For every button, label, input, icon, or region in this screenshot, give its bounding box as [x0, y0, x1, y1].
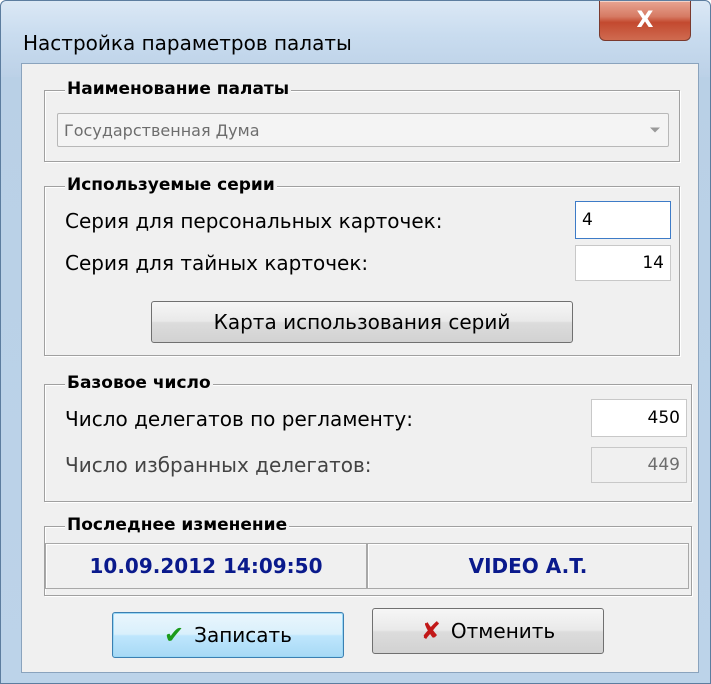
chamber-select[interactable]: Государственная Дума — [57, 113, 669, 147]
series-group-title: Используемые серии — [65, 175, 277, 195]
regulation-delegates-label: Число делегатов по регламенту: — [65, 407, 414, 431]
close-button[interactable]: X — [599, 1, 691, 41]
last-change-group-title: Последнее изменение — [65, 515, 290, 535]
secret-series-input[interactable]: 14 — [575, 245, 671, 281]
last-change-datetime: 10.09.2012 14:09:50 — [45, 543, 367, 589]
personal-series-label: Серия для персональных карточек: — [65, 209, 443, 233]
series-map-button[interactable]: Карта использования серий — [151, 301, 573, 343]
window-title: Настройка параметров палаты — [23, 31, 352, 55]
base-number-group-title: Базовое число — [65, 373, 213, 393]
check-icon: ✔ — [164, 621, 185, 649]
series-group: Используемые серии Серия для персональны… — [44, 175, 680, 356]
cross-icon: ✘ — [420, 617, 441, 645]
save-button-label: Записать — [194, 623, 292, 647]
chamber-select-value: Государственная Дума — [64, 120, 260, 140]
chamber-name-group-title: Наименование палаты — [65, 79, 292, 99]
cancel-button[interactable]: ✘ Отменить — [372, 608, 604, 654]
secret-series-value: 14 — [642, 253, 664, 273]
personal-series-input[interactable]: 4 — [575, 201, 671, 239]
close-icon: X — [636, 8, 654, 33]
secret-series-label: Серия для тайных карточек: — [65, 251, 369, 275]
regulation-delegates-input[interactable]: 450 — [591, 399, 687, 437]
last-change-group: Последнее изменение 10.09.2012 14:09:50 … — [44, 515, 692, 596]
last-change-user: VIDEO A.T. — [367, 543, 689, 589]
base-number-group: Базовое число Число делегатов по регламе… — [44, 373, 692, 502]
elected-delegates-label: Число избранных делегатов: — [65, 453, 372, 477]
elected-delegates-field: 449 — [591, 447, 687, 483]
dialog-client-area: Наименование палаты Государственная Дума… — [21, 63, 699, 673]
chamber-name-group: Наименование палаты Государственная Дума — [44, 79, 680, 162]
cancel-button-label: Отменить — [450, 619, 556, 643]
series-map-button-label: Карта использования серий — [213, 310, 511, 334]
chevron-down-icon — [650, 127, 660, 133]
dialog-window: Настройка параметров палаты X Наименован… — [0, 0, 711, 684]
personal-series-value: 4 — [582, 210, 593, 230]
regulation-delegates-value: 450 — [647, 408, 680, 428]
save-button[interactable]: ✔ Записать — [112, 612, 344, 658]
elected-delegates-value: 449 — [647, 455, 680, 475]
